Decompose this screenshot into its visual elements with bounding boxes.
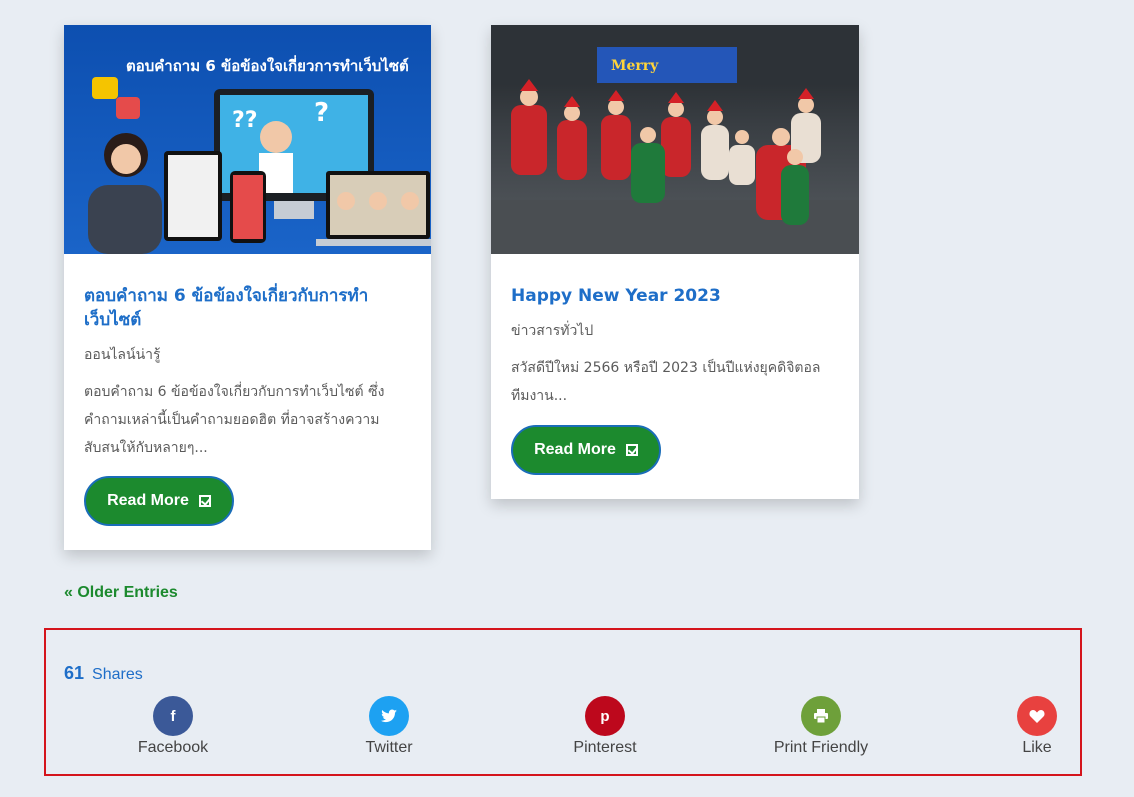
banner-text: Merry bbox=[611, 58, 659, 74]
post-thumbnail[interactable]: Merry bbox=[491, 25, 859, 254]
thumbnail-heading: ตอบคำถาม 6 ข้อข้องใจเกี่ยวการทำเว็บไซต์ bbox=[126, 55, 409, 75]
a-bubble-icon bbox=[116, 97, 140, 119]
q-bubble-icon bbox=[92, 77, 118, 99]
post-thumbnail[interactable]: ตอบคำถาม 6 ข้อข้องใจเกี่ยวการทำเว็บไซต์ … bbox=[64, 25, 431, 254]
post-title[interactable]: ตอบคำถาม 6 ข้อข้องใจเกี่ยวกับการทำเว็บไซ… bbox=[84, 284, 411, 332]
share-label: Print Friendly bbox=[773, 739, 869, 756]
share-label: Facebook bbox=[137, 739, 209, 756]
share-count-label: Shares bbox=[92, 666, 143, 683]
share-label: Pinterest bbox=[573, 739, 637, 756]
read-more-label: Read More bbox=[107, 492, 189, 509]
share-count-number: 61 bbox=[64, 663, 85, 683]
checkbox-icon bbox=[198, 495, 211, 507]
read-more-button[interactable]: Read More bbox=[84, 476, 234, 526]
facebook-icon: f bbox=[153, 696, 193, 736]
post-category[interactable]: ข่าวสารทั่วไป bbox=[511, 320, 839, 342]
heart-icon bbox=[1017, 696, 1057, 736]
post-excerpt: สวัสดีปีใหม่ 2566 หรือปี 2023 เป็นปีแห่ง… bbox=[511, 360, 821, 404]
print-icon bbox=[801, 696, 841, 736]
share-like-button[interactable]: Like bbox=[977, 696, 1097, 757]
social-share-bar: 61 Shares f Facebook Twitter p Pinterest … bbox=[44, 628, 1082, 776]
share-facebook-button[interactable]: f Facebook bbox=[113, 696, 233, 757]
share-twitter-button[interactable]: Twitter bbox=[329, 696, 449, 757]
share-print-button[interactable]: Print Friendly bbox=[761, 696, 881, 757]
svg-text:?: ? bbox=[314, 98, 329, 128]
older-entries-link[interactable]: « Older Entries bbox=[64, 584, 178, 602]
thumbnail-photo: Merry bbox=[491, 25, 859, 254]
read-more-label: Read More bbox=[534, 441, 616, 458]
post-card: Merry Happy New Year 2023 ข่าวสารทั่วไป … bbox=[491, 25, 859, 499]
share-label: Like bbox=[1022, 739, 1052, 756]
pinterest-icon: p bbox=[585, 696, 625, 736]
twitter-icon bbox=[369, 696, 409, 736]
share-label: Twitter bbox=[365, 739, 413, 756]
share-count: 61 Shares bbox=[64, 663, 143, 684]
post-title[interactable]: Happy New Year 2023 bbox=[511, 284, 839, 308]
svg-text:??: ?? bbox=[232, 108, 258, 133]
share-pinterest-button[interactable]: p Pinterest bbox=[545, 696, 665, 757]
thumbnail-illustration: ตอบคำถาม 6 ข้อข้องใจเกี่ยวการทำเว็บไซต์ … bbox=[88, 55, 431, 254]
post-excerpt: ตอบคำถาม 6 ข้อข้องใจเกี่ยวกับการทำเว็บไซ… bbox=[84, 384, 385, 456]
post-category[interactable]: ออนไลน์น่ารู้ bbox=[84, 344, 411, 366]
post-card: ตอบคำถาม 6 ข้อข้องใจเกี่ยวการทำเว็บไซต์ … bbox=[64, 25, 431, 550]
read-more-button[interactable]: Read More bbox=[511, 425, 661, 475]
checkbox-icon bbox=[625, 444, 638, 456]
